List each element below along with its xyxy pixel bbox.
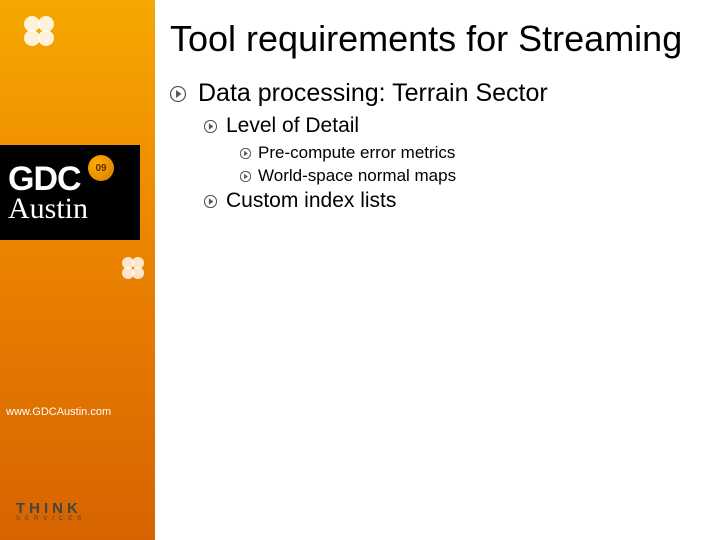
slide-title: Tool requirements for Streaming — [170, 18, 710, 59]
gdc-logo-block: GDC Austin — [0, 145, 140, 240]
url-text: www.GDCAustin.com — [6, 406, 111, 418]
clover-icon — [18, 10, 60, 57]
austin-text: Austin — [8, 194, 88, 224]
list-item: Level of Detail — [204, 114, 710, 138]
list-item-text: Level of Detail — [226, 114, 359, 138]
bullet-icon — [204, 120, 217, 133]
bullet-icon — [240, 171, 251, 182]
bullet-icon — [204, 195, 217, 208]
list-item: Pre-compute error metrics — [240, 143, 710, 163]
list-item-text: Custom index lists — [226, 189, 396, 213]
think-logo: THINK SERVICES — [16, 500, 86, 522]
think-logo-main: THINK — [16, 500, 86, 517]
list-item: Data processing: Terrain Sector — [170, 79, 710, 108]
slide-content: Tool requirements for Streaming Data pro… — [170, 18, 710, 218]
list-item-text: World-space normal maps — [258, 166, 456, 186]
list-item: Custom index lists — [204, 189, 710, 213]
bullet-icon — [240, 148, 251, 159]
year-badge: 09 — [88, 155, 114, 181]
list-item: World-space normal maps — [240, 166, 710, 186]
list-item-text: Data processing: Terrain Sector — [198, 79, 548, 108]
sidebar: GDC Austin 09 www.GDCAustin.com THINK SE… — [0, 0, 155, 540]
clover-icon-small — [118, 253, 148, 288]
think-logo-sub: SERVICES — [16, 516, 86, 522]
bullet-icon — [170, 86, 186, 102]
list-item-text: Pre-compute error metrics — [258, 143, 455, 163]
gdc-logo-text: GDC — [8, 162, 81, 196]
